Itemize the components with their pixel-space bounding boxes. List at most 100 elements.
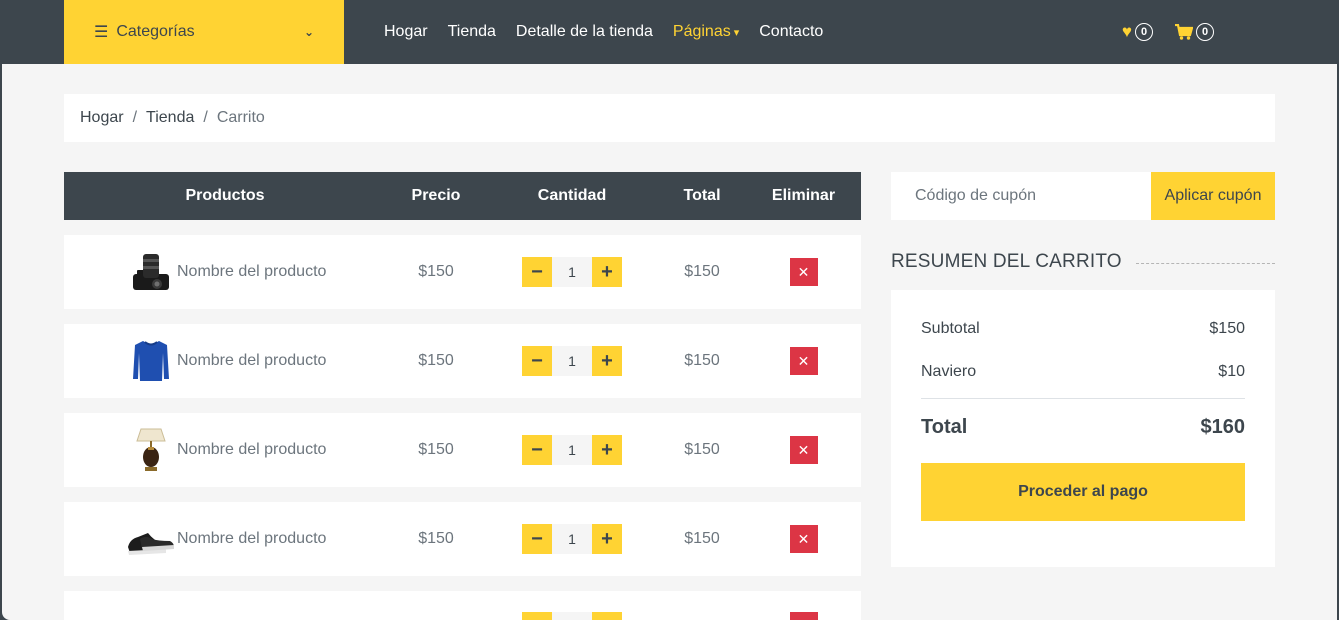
quantity-input[interactable] <box>552 612 592 620</box>
top-navbar: ☰ Categorías ⌄ Hogar Tienda Detalle de l… <box>0 0 1339 64</box>
product-name[interactable]: Nombre del producto <box>177 441 326 459</box>
close-icon: ✕ <box>797 263 810 280</box>
shipping-line: Naviero $10 <box>921 363 1245 381</box>
proceed-to-checkout-button[interactable]: Proceder al pago <box>921 463 1245 521</box>
nav-link-hogar[interactable]: Hogar <box>384 23 428 41</box>
header-precio: Precio <box>411 187 461 204</box>
remove-cell: ✕ <box>746 324 861 398</box>
nav-icons: ♥ 0 0 <box>1100 0 1214 64</box>
product-cell: Nombre del producto <box>126 413 326 487</box>
remove-item-button[interactable] <box>789 612 818 620</box>
product-cell: Nombre del producto <box>126 324 326 398</box>
nav-link-detalle[interactable]: Detalle de la tienda <box>516 23 653 41</box>
quantity-decrease-button[interactable]: − <box>522 435 552 465</box>
product-cell: Nombre del producto <box>126 235 326 309</box>
cart-summary-heading: RESUMEN DEL CARRITO <box>891 250 1275 274</box>
coupon-form: Aplicar cupón <box>891 172 1275 220</box>
quantity-increase-button[interactable] <box>592 612 622 620</box>
wishlist-count-badge: 0 <box>1135 23 1153 41</box>
quantity-increase-button[interactable]: + <box>592 257 622 287</box>
subtotal-value: $150 <box>1209 320 1245 337</box>
remove-cell <box>746 591 861 620</box>
remove-item-button[interactable]: ✕ <box>789 258 818 286</box>
cart-row: Nombre del producto $150 − 1 + $150 ✕ <box>64 502 861 576</box>
remove-item-button[interactable]: ✕ <box>789 525 818 553</box>
product-cell: Nombre del producto <box>126 502 326 576</box>
quantity-decrease-button[interactable]: − <box>522 257 552 287</box>
header-productos: Productos <box>185 187 265 204</box>
summary-divider <box>921 398 1245 399</box>
nav-link-tienda[interactable]: Tienda <box>448 23 496 41</box>
menu-bars-icon: ☰ <box>94 24 109 41</box>
close-icon: ✕ <box>797 352 810 369</box>
subtotal-label: Subtotal <box>921 320 980 337</box>
product-total: $150 <box>684 441 720 458</box>
cart-row: Nombre del producto $150 − 1 + $150 ✕ <box>64 324 861 398</box>
nav-link-contacto[interactable]: Contacto <box>759 23 823 41</box>
quantity-decrease-button[interactable]: − <box>522 346 552 376</box>
cart-table-header: Productos Precio Cantidad Total Eliminar <box>64 172 861 220</box>
cart-count-badge: 0 <box>1196 23 1214 41</box>
nav-link-paginas[interactable]: Páginas ▾ <box>673 23 739 41</box>
heart-icon: ♥ <box>1121 22 1132 41</box>
quantity-stepper: − 1 + <box>486 502 658 576</box>
breadcrumb-separator: / <box>132 109 138 126</box>
quantity-stepper: − 1 + <box>486 324 658 398</box>
product-price: $150 <box>418 530 454 547</box>
product-price: $150 <box>418 263 454 280</box>
wishlist-button[interactable]: ♥ 0 <box>1122 22 1153 42</box>
cart-row: Nombre del producto $150 − 1 + $150 ✕ <box>64 413 861 487</box>
cart-row-partial <box>64 591 861 620</box>
heading-divider <box>1135 262 1275 264</box>
breadcrumb-hogar[interactable]: Hogar <box>80 109 124 127</box>
product-name[interactable]: Nombre del producto <box>177 530 326 548</box>
product-total: $150 <box>684 263 720 280</box>
header-cantidad: Cantidad <box>537 187 607 204</box>
breadcrumb-tienda[interactable]: Tienda <box>146 109 194 127</box>
quantity-decrease-button[interactable] <box>522 612 552 620</box>
cart-summary-title: RESUMEN DEL CARRITO <box>891 251 1122 272</box>
quantity-increase-button[interactable]: + <box>592 524 622 554</box>
main-nav: Hogar Tienda Detalle de la tienda Página… <box>384 0 843 64</box>
quantity-input[interactable]: 1 <box>552 435 592 465</box>
quantity-decrease-button[interactable]: − <box>522 524 552 554</box>
header-eliminar: Eliminar <box>771 187 836 204</box>
total-label: Total <box>921 416 968 438</box>
caret-down-icon: ▾ <box>733 27 740 39</box>
quantity-input[interactable]: 1 <box>552 524 592 554</box>
nav-link-paginas-label: Páginas <box>672 23 731 40</box>
coupon-code-input[interactable] <box>891 172 1151 220</box>
product-price: $150 <box>418 352 454 369</box>
remove-cell: ✕ <box>746 413 861 487</box>
apply-coupon-button[interactable]: Aplicar cupón <box>1151 172 1275 220</box>
product-image-sweater <box>126 336 176 386</box>
categories-dropdown[interactable]: ☰ Categorías ⌄ <box>64 0 344 64</box>
quantity-stepper: − 1 + <box>486 235 658 309</box>
quantity-input[interactable]: 1 <box>552 346 592 376</box>
close-icon: ✕ <box>797 530 810 547</box>
product-name[interactable]: Nombre del producto <box>177 263 326 281</box>
breadcrumb-separator: / <box>203 109 208 126</box>
product-total: $150 <box>684 530 720 547</box>
product-image-camera <box>126 247 176 297</box>
categories-label: Categorías <box>116 23 195 40</box>
header-total: Total <box>683 187 721 204</box>
remove-cell: ✕ <box>746 235 861 309</box>
quantity-input[interactable]: 1 <box>552 257 592 287</box>
quantity-increase-button[interactable]: + <box>592 435 622 465</box>
cart-summary: Subtotal $150 Naviero $10 Total $160 Pro… <box>891 290 1275 567</box>
close-icon: ✕ <box>797 441 810 458</box>
total-value: $160 <box>1200 416 1246 438</box>
remove-item-button[interactable]: ✕ <box>789 436 818 464</box>
shipping-value: $10 <box>1218 363 1245 380</box>
breadcrumb-carrito: Carrito <box>216 109 265 126</box>
shopping-cart-icon <box>1175 24 1193 40</box>
chevron-down-icon: ⌄ <box>303 25 314 39</box>
product-name[interactable]: Nombre del producto <box>177 352 326 370</box>
shipping-label: Naviero <box>921 363 977 380</box>
subtotal-line: Subtotal $150 <box>921 320 1245 338</box>
cart-button[interactable]: 0 <box>1175 23 1214 41</box>
total-line: Total $160 <box>921 416 1245 439</box>
quantity-increase-button[interactable]: + <box>592 346 622 376</box>
remove-item-button[interactable]: ✕ <box>789 347 818 375</box>
